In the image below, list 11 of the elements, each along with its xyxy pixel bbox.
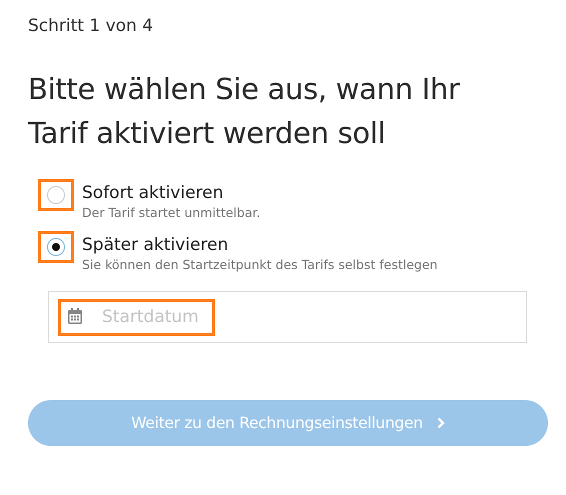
step-label: Schritt 1 von 4: [28, 15, 154, 38]
option-label[interactable]: Sofort aktivieren: [82, 181, 260, 205]
option-description: Der Tarif startet unmittelbar.: [82, 205, 260, 221]
radio-button[interactable]: [47, 186, 65, 204]
option-label[interactable]: Später aktivieren: [82, 233, 438, 257]
radio-button[interactable]: [47, 238, 65, 256]
option-description: Sie können den Startzeitpunkt des Tarifs selbst festlegen: [82, 257, 438, 273]
chevron-right-icon: [436, 417, 445, 429]
heading: Bitte wählen Sie aus, wann Ihr Tarif aktiviert werden soll: [28, 71, 461, 152]
date-field[interactable]: Startdatum: [48, 291, 527, 343]
calendar-icon: [67, 307, 83, 325]
